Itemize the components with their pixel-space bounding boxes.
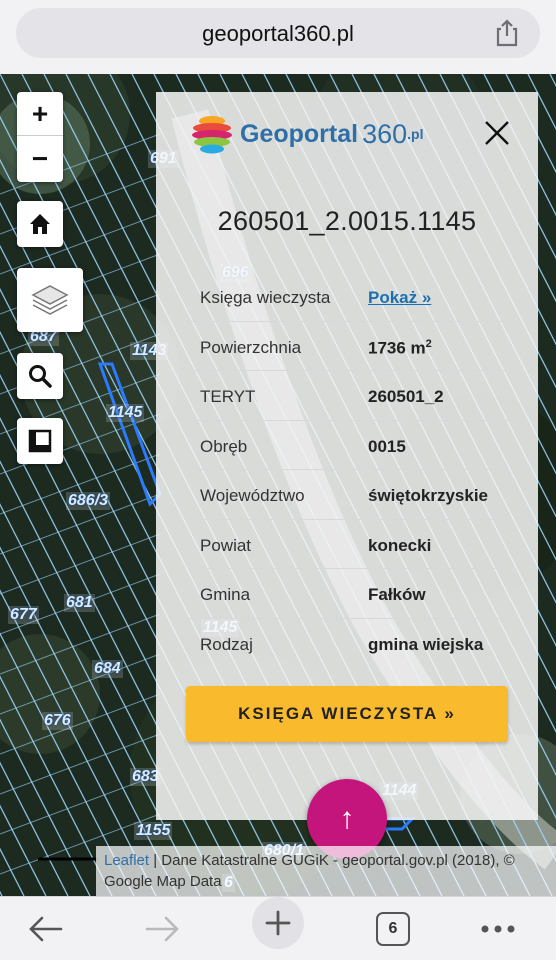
more-dots-icon (481, 925, 515, 933)
zoom-in-button[interactable]: + (17, 92, 63, 136)
back-arrow-icon (29, 916, 63, 942)
parcel-attributes-table: Księga wieczysta Pokaż » Powierzchnia 17… (188, 272, 508, 668)
row-value: 260501_2 (368, 387, 444, 406)
row-key: Rodzaj (200, 634, 253, 654)
row-rodzaj: Rodzaj gmina wiejska (188, 619, 508, 669)
parcel-id-title: 260501_2.0015.1145 (217, 206, 477, 236)
parcel-number-label: 676 (42, 712, 73, 730)
share-icon[interactable] (492, 18, 522, 48)
parcel-number-label: 681 (64, 594, 95, 612)
show-land-register-link[interactable]: Pokaż » (368, 288, 431, 308)
search-button[interactable] (17, 353, 63, 399)
browser-bottom-toolbar: 6 (0, 896, 556, 960)
land-register-button[interactable]: KSIĘGA WIECZYSTA » (186, 686, 508, 742)
row-key: Powiat (200, 535, 252, 555)
parcel-number-label: 684 (92, 660, 123, 678)
layers-button[interactable] (17, 268, 83, 332)
row-value: gmina wiejska (368, 634, 484, 654)
row-value: świętokrzyskie (368, 486, 489, 505)
tabs-count: 6 (376, 912, 410, 946)
row-value: Fałków (368, 585, 426, 604)
ruler-icon (28, 429, 52, 453)
parcel-info-panel: Geoportal 360 .pl 260501_2.0015.1145 Ksi… (156, 92, 538, 820)
browser-top-bar: geoportal360.pl (0, 0, 556, 74)
row-value: 1736 m2 (368, 338, 432, 359)
area-unit-exponent: 2 (425, 337, 432, 350)
forward-arrow-icon (145, 916, 179, 942)
attribution-text: | Dane Katastralne GUGiK - geoportal.gov… (104, 852, 515, 890)
row-key: Województwo (200, 486, 305, 505)
arrow-up-icon: ↑ (339, 802, 355, 835)
parcel-number-label: 686/3 (66, 492, 111, 510)
logo-tld: .pl (407, 126, 424, 142)
home-button[interactable] (17, 201, 63, 247)
row-ksiega-wieczysta: Księga wieczysta Pokaż » (188, 272, 508, 322)
zoom-out-button[interactable]: − (17, 137, 63, 181)
row-value: konecki (368, 535, 432, 555)
search-icon (29, 365, 52, 388)
row-powierzchnia: Powierzchnia 1736 m2 (188, 322, 508, 371)
row-gmina: Gmina Fałków (188, 569, 508, 619)
row-value: 0015 (368, 436, 406, 456)
logo-text: Geoportal (240, 119, 359, 148)
row-wojewodztwo: Województwo świętokrzyskie (188, 470, 508, 520)
logo-globe-icon (192, 116, 232, 154)
zoom-control: + − (17, 92, 63, 182)
row-teryt: TERYT 260501_2 (188, 371, 508, 421)
geoportal-logo[interactable]: Geoportal 360 .pl (190, 112, 423, 156)
row-obreb: Obręb 0015 (188, 421, 508, 470)
leaflet-link[interactable]: Leaflet (104, 852, 149, 869)
row-key: TERYT (200, 387, 256, 406)
measure-button[interactable] (17, 418, 63, 464)
more-menu-button[interactable] (478, 909, 518, 949)
map-attribution: Leaflet | Dane Katastralne GUGiK - geopo… (96, 846, 556, 896)
new-tab-button[interactable] (252, 897, 304, 949)
browser-viewport: geoportal360.pl 69169668711431145686/367… (0, 0, 556, 960)
back-button[interactable] (26, 909, 66, 949)
plus-icon (252, 897, 304, 949)
logo-number: 360 (362, 118, 408, 149)
address-bar[interactable]: geoportal360.pl (16, 8, 540, 58)
row-key: Powierzchnia (200, 337, 302, 357)
tabs-button[interactable]: 6 (375, 909, 411, 949)
parcel-number-label: 677 (8, 606, 39, 624)
layers-icon (31, 285, 69, 315)
home-icon (30, 214, 50, 234)
row-powiat: Powiat konecki (188, 520, 508, 569)
url-text[interactable]: geoportal360.pl (16, 21, 540, 47)
row-key: Gmina (200, 585, 251, 604)
area-value: 1736 m (368, 338, 426, 358)
parcel-number-label: 1155 (134, 822, 173, 840)
close-icon[interactable] (482, 118, 512, 148)
parcel-number-label: 1145 (106, 404, 145, 422)
row-key: Księga wieczysta (200, 288, 331, 307)
row-key: Obręb (200, 436, 248, 456)
forward-button[interactable] (142, 909, 182, 949)
